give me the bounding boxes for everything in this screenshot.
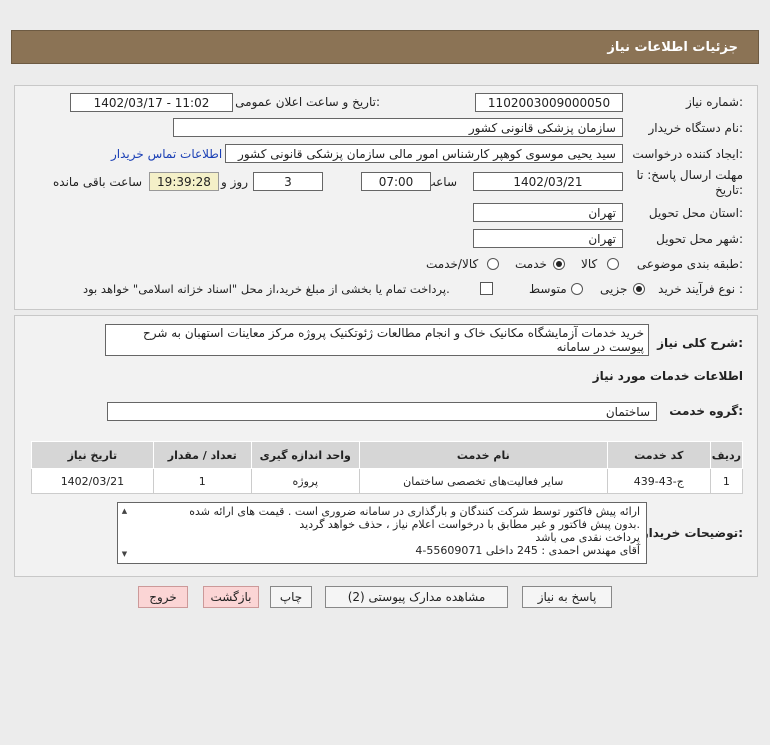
days-field: 3	[253, 172, 323, 191]
col-date: تاریخ نیاز	[31, 441, 154, 469]
col-qty: تعداد / مقدار	[152, 441, 252, 469]
announce-label: تاریخ و ساعت اعلان عمومی:	[235, 95, 380, 109]
deadline-date-field: 1402/03/21	[473, 172, 623, 191]
description-field: خرید خدمات آزمایشگاه مکانیک خاک و انجام …	[105, 324, 649, 356]
print-button[interactable]: چاپ	[270, 586, 312, 608]
buyer-notes-label: توضیحات خریدار:	[641, 526, 743, 540]
category-label: طبقه بندی موضوعی:	[636, 257, 743, 271]
row-date: 1402/03/21	[31, 468, 154, 494]
notes-line: بدون پیش فاکتور و غیر مطابق با درخواست ا…	[299, 518, 640, 531]
days-label: روز و	[221, 175, 248, 189]
creator-label: ایجاد کننده درخواست:	[632, 147, 743, 161]
deadline-label: مهلت ارسال پاسخ: تا	[636, 168, 743, 182]
city-label: شهر محل تحویل:	[656, 232, 743, 246]
row-name: سایر فعالیت‌های تخصصی ساختمان	[358, 468, 608, 494]
col-code: کد خدمت	[606, 441, 711, 469]
deadline-time-field: 07:00	[361, 172, 431, 191]
process-option-minor: جزیی	[600, 282, 628, 296]
treasury-payment-text: پرداخت تمام یا بخشی از مبلغ خرید،از محل …	[83, 282, 450, 296]
category-radio-service[interactable]	[553, 258, 565, 270]
process-radio-minor[interactable]	[633, 283, 645, 295]
row-qty: 1	[152, 468, 252, 494]
services-table-header: ردیف کد خدمت نام خدمت واحد اندازه گیری ت…	[31, 441, 744, 469]
category-option-service: خدمت	[515, 257, 547, 271]
attachments-button[interactable]: مشاهده مدارک پیوستی (2)	[325, 586, 508, 608]
row-unit: پروژه	[250, 468, 360, 494]
creator-field: سید یحیی موسوی کوهپر کارشناس امور مالی س…	[225, 144, 623, 163]
province-field: تهران	[473, 203, 623, 222]
service-group-label: گروه خدمت:	[669, 404, 743, 418]
service-group-field: ساختمان	[107, 402, 657, 421]
process-radio-medium[interactable]	[571, 283, 583, 295]
notes-line: پرداخت نقدی می باشد	[535, 531, 640, 544]
scroll-up-icon[interactable]: ▲	[122, 505, 127, 518]
city-field: تهران	[473, 229, 623, 248]
need-number-field: 1102003009000050	[475, 93, 623, 112]
row-index: 1	[709, 468, 744, 494]
buyer-org-field: سازمان پزشکی قانونی کشور	[173, 118, 623, 137]
category-option-goods-service: کالا/خدمت	[426, 257, 479, 271]
category-option-goods: کالا	[581, 257, 598, 271]
exit-button[interactable]: خروج	[138, 586, 188, 608]
row-code: ج-43-439	[606, 468, 711, 494]
category-radio-goods[interactable]	[607, 258, 619, 270]
need-info-panel: شماره نیاز: 1102003009000050 تاریخ و ساع…	[14, 85, 758, 310]
need-details-panel: شرح کلی نیاز: خرید خدمات آزمایشگاه مکانی…	[14, 315, 758, 577]
process-label: نوع فرآیند خرید :	[658, 282, 743, 296]
services-section-title: اطلاعات خدمات مورد نیاز	[592, 369, 743, 383]
page-title: جزئیات اطلاعات نیاز	[607, 39, 738, 55]
buyer-org-label: نام دستگاه خریدار:	[648, 121, 744, 135]
deadline-label-2: تاریخ:	[715, 183, 743, 197]
remaining-time-field: 19:39:28	[149, 172, 219, 191]
buyer-notes-box: ▲ ▼ ارائه پیش فاکتور توسط شرکت کنندگان و…	[117, 502, 647, 564]
col-name: نام خدمت	[358, 441, 608, 469]
services-table: ردیف کد خدمت نام خدمت واحد اندازه گیری ت…	[31, 441, 744, 494]
announce-field: 1402/03/17 - 11:02	[70, 93, 233, 112]
need-number-label: شماره نیاز:	[685, 95, 743, 109]
back-button[interactable]: بازگشت	[203, 586, 259, 608]
process-option-medium: متوسط	[529, 282, 567, 296]
reply-button[interactable]: پاسخ به نیاز	[522, 586, 612, 608]
notes-line: ارائه پیش فاکتور توسط شرکت کنندگان و بار…	[189, 505, 640, 518]
category-radio-goods-service[interactable]	[487, 258, 499, 270]
page-header: جزئیات اطلاعات نیاز	[11, 30, 759, 64]
notes-scrollbar[interactable]: ▲ ▼	[120, 505, 129, 561]
scroll-down-icon[interactable]: ▼	[122, 548, 127, 561]
col-index: ردیف	[709, 441, 744, 469]
buyer-contact-link[interactable]: اطلاعات تماس خریدار	[111, 147, 222, 161]
table-row: 1 ج-43-439 سایر فعالیت‌های تخصصی ساختمان…	[31, 468, 744, 494]
province-label: استان محل تحویل:	[648, 206, 743, 220]
treasury-payment-checkbox[interactable]	[480, 282, 493, 295]
description-label: شرح کلی نیاز:	[657, 336, 743, 350]
col-unit: واحد اندازه گیری	[250, 441, 360, 469]
notes-line: آقای مهندس احمدی : 245 داخلی 55609071-4	[415, 544, 640, 557]
remaining-label: ساعت باقی مانده	[53, 175, 143, 189]
